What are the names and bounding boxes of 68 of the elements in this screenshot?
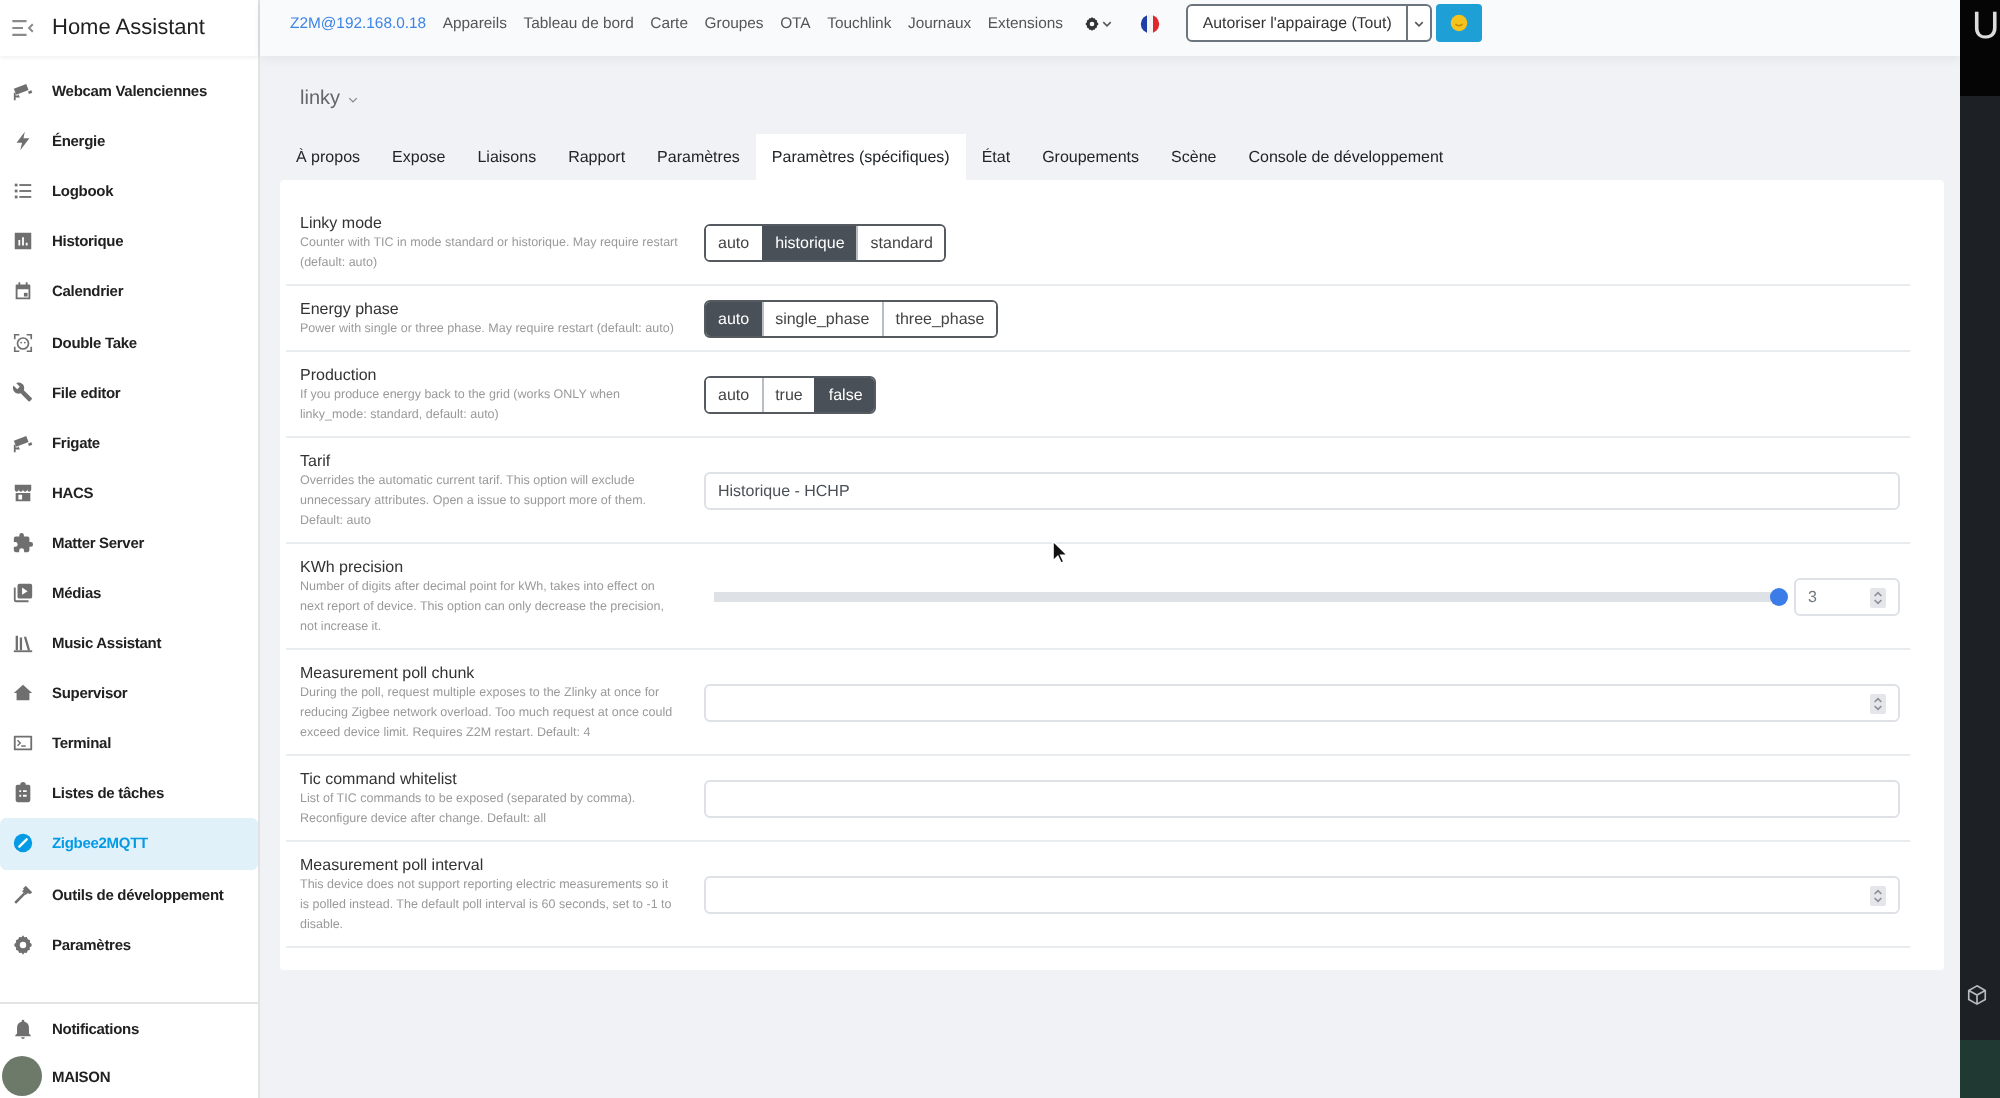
tab[interactable]: Paramètres (spécifiques) — [755, 134, 966, 180]
security-camera-icon — [12, 80, 34, 103]
dropdown-toggle[interactable] — [1407, 4, 1432, 42]
puzzle-icon — [12, 531, 34, 554]
store-icon — [12, 481, 34, 504]
option-button[interactable]: auto — [706, 302, 762, 336]
clipboard-list-icon — [12, 782, 34, 805]
bar-chart-icon — [12, 230, 34, 253]
books-icon — [12, 632, 34, 655]
tab[interactable]: Groupements — [1026, 134, 1156, 180]
number-field[interactable]: 3 — [1794, 578, 1900, 616]
number-field[interactable] — [704, 684, 1900, 722]
window-title: U — [1972, 4, 2000, 52]
bell-icon — [12, 1017, 34, 1040]
setting-title: Tic command whitelist — [300, 768, 459, 790]
hammer-icon — [12, 883, 34, 906]
list-icon — [12, 180, 34, 203]
setting-title: Measurement poll interval — [300, 854, 486, 876]
flag-icon[interactable] — [1140, 13, 1161, 33]
setting-title: Tarif — [300, 450, 333, 472]
wrench-icon — [12, 381, 34, 404]
lightning-icon — [12, 130, 34, 153]
stepper-icon[interactable] — [1870, 885, 1886, 905]
tab[interactable]: Liaisons — [461, 134, 553, 180]
tab[interactable]: État — [965, 134, 1027, 180]
stepper-icon[interactable] — [1870, 693, 1886, 713]
caret-icon — [1413, 19, 1424, 27]
tab[interactable]: Rapport — [552, 134, 642, 180]
slash-circle-icon — [12, 832, 34, 855]
security-camera-icon — [12, 431, 34, 454]
slider-thumb[interactable] — [1770, 588, 1788, 606]
setting-title: Production — [300, 364, 379, 386]
photo-placeholder — [1960, 1040, 2000, 1098]
settings-dropdown[interactable] — [1083, 15, 1112, 31]
option-button[interactable]: false — [814, 378, 875, 412]
tab[interactable]: Scène — [1155, 134, 1233, 180]
sun-icon — [1450, 14, 1469, 32]
option-button[interactable]: three_phase — [881, 302, 997, 336]
text-field[interactable]: Historique - HCHP — [704, 472, 1900, 510]
setting-title: Measurement poll chunk — [300, 662, 477, 684]
terminal-icon — [12, 732, 34, 755]
settings-icon — [12, 933, 34, 956]
mouse-cursor-icon — [1052, 540, 1068, 564]
tab[interactable]: Paramètres — [641, 134, 756, 180]
house-icon — [12, 682, 34, 705]
device-selector[interactable]: linky — [300, 88, 359, 112]
tab[interactable]: À propos — [280, 134, 377, 180]
number-field[interactable] — [704, 876, 1900, 914]
caret-icon — [1101, 19, 1112, 27]
app-title: Home Assistant — [52, 16, 205, 40]
settings-icon — [1083, 15, 1100, 31]
stepper-icon[interactable] — [1870, 587, 1886, 607]
setting-title: Energy phase — [300, 298, 401, 320]
option-button[interactable]: historique — [761, 226, 857, 260]
play-box-icon — [12, 581, 34, 604]
face-scan-icon — [12, 331, 34, 354]
tab[interactable]: Console de développement — [1232, 134, 1460, 180]
tab[interactable]: Expose — [376, 134, 462, 180]
cube-icon[interactable] — [1966, 984, 1988, 1006]
caret-icon — [348, 96, 359, 104]
text-field[interactable] — [704, 780, 1900, 818]
menu-icon[interactable] — [12, 20, 34, 36]
calendar-icon — [12, 280, 34, 303]
avatar-photo — [2, 1056, 42, 1096]
theme-button[interactable] — [1436, 4, 1483, 42]
option-button[interactable]: standard — [856, 226, 945, 260]
setting-title: KWh precision — [300, 556, 406, 578]
setting-title: Linky mode — [300, 212, 384, 234]
